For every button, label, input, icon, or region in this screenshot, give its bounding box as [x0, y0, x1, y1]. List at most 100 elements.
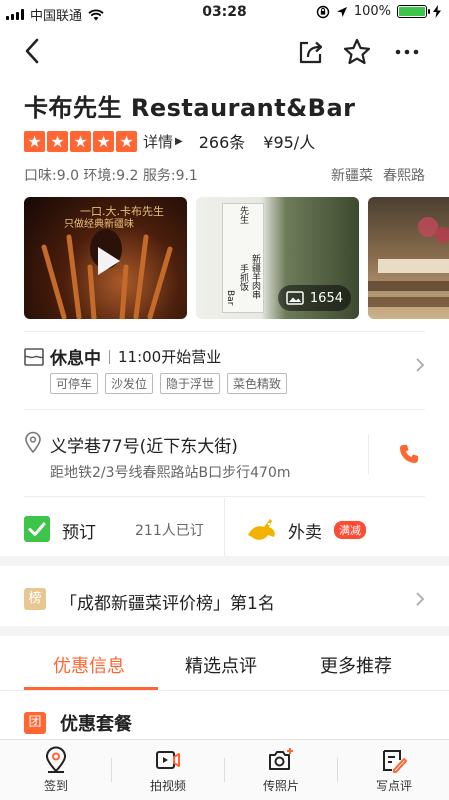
tab-featured-reviews[interactable]: 精选点评	[185, 652, 257, 678]
area-tag[interactable]: 春熙路	[383, 165, 425, 185]
video-caption-2: 只做经典新疆味	[64, 219, 134, 230]
store-hours-icon	[24, 347, 44, 366]
sub-scores: 口味:9.0 环境:9.2 服务:9.1	[24, 168, 198, 184]
shop-detail-page: 中国联通 03:28 100% 卡布先生 Restaurant&Bar ★ ★ …	[0, 0, 449, 800]
action-row: 预订 211人已订 外卖 满减	[0, 498, 449, 562]
shop-name: 卡布先生 Restaurant&Bar	[24, 94, 356, 122]
location-pin-icon	[45, 746, 67, 773]
group-deal-badge: 团	[24, 712, 46, 734]
sign-text-4: Bar	[225, 290, 235, 306]
play-icon[interactable]	[86, 241, 126, 281]
image-icon	[286, 291, 304, 305]
deal-section-title: 优惠套餐	[60, 714, 132, 735]
divider	[0, 690, 449, 691]
more-button[interactable]	[392, 37, 422, 67]
status-bar: 中国联通 03:28 100%	[0, 0, 449, 24]
share-button[interactable]	[296, 37, 326, 67]
battery-percentage: 100%	[353, 4, 391, 19]
photo-count-badge[interactable]: 1654	[277, 285, 351, 311]
photo-count: 1654	[309, 290, 343, 306]
check-in-button[interactable]: 签到	[11, 746, 101, 794]
upload-photo-button[interactable]: 传照片	[236, 746, 326, 794]
separator	[337, 758, 338, 782]
detail-link[interactable]: 详情	[143, 131, 173, 152]
business-state: 休息中	[50, 349, 101, 369]
separator	[224, 758, 225, 782]
star-icon: ★	[47, 130, 68, 152]
dining-room-illustration	[368, 217, 449, 307]
section-gap	[0, 626, 449, 636]
write-review-button[interactable]: 写点评	[349, 746, 439, 794]
vertical-divider	[368, 434, 369, 474]
star-icon: ★	[116, 130, 137, 152]
upload-photo-label: 传照片	[262, 779, 299, 793]
rating-row: ★ ★ ★ ★ ★ 详情 ▶ 266条 ¥95/人	[24, 129, 315, 153]
booking-count: 211人已订	[135, 523, 204, 539]
camera-plus-icon	[269, 748, 293, 770]
section-tabs: 优惠信息 精选点评 更多推荐	[0, 644, 449, 690]
shop-tags: 新疆菜 春熙路	[331, 165, 425, 185]
photo-strip[interactable]: 一口.大.卡布先生 只做经典新疆味 先生 新疆羊肉串 手抓饭 Bar 1654	[24, 197, 449, 319]
takeout-label[interactable]: 外卖	[288, 518, 322, 543]
favorite-button[interactable]	[342, 37, 372, 67]
photo-thumbnail-sign[interactable]: 先生 新疆羊肉串 手抓饭 Bar 1654	[196, 197, 359, 319]
sign-text-3: 手抓饭	[238, 264, 248, 291]
address-street[interactable]: 义学巷77号(近下东大街)	[50, 432, 238, 457]
sign-text-2: 新疆羊肉串	[250, 254, 260, 299]
star-icon: ★	[24, 130, 45, 152]
location-arrow-icon	[336, 6, 347, 17]
write-review-label: 写点评	[375, 779, 412, 793]
divider	[24, 496, 425, 497]
section-gap	[0, 556, 449, 566]
cuisine-tag[interactable]: 新疆菜	[331, 165, 373, 185]
kangaroo-takeout-icon[interactable]	[246, 515, 278, 543]
feature-chip: 隐于浮世	[160, 373, 221, 394]
star-icon: ★	[70, 130, 91, 152]
booking-icon[interactable]	[24, 516, 50, 542]
bottom-action-bar: 签到 拍视频 传照片 写点评	[0, 739, 449, 800]
feature-chip: 菜色精致	[227, 373, 288, 394]
review-count[interactable]: 266条	[199, 129, 246, 153]
chevron-right-icon	[416, 592, 425, 606]
check-in-label: 签到	[43, 779, 68, 793]
star-icon: ★	[93, 130, 114, 152]
vertical-divider	[224, 498, 225, 562]
ranking-badge: 榜	[24, 588, 46, 610]
business-status-row[interactable]: 休息中 11:00开始营业	[24, 344, 221, 369]
sign-text-1: 先生	[238, 206, 248, 224]
phone-call-button[interactable]	[398, 443, 420, 465]
ranking-row[interactable]: 榜 「成都新疆菜评价榜」第1名	[0, 576, 449, 624]
tab-more-recommendations[interactable]: 更多推荐	[320, 652, 392, 678]
rotation-lock-icon	[316, 5, 330, 18]
divider	[24, 409, 425, 410]
video-thumbnail[interactable]: 一口.大.卡布先生 只做经典新疆味	[24, 197, 187, 319]
record-video-label: 拍视频	[149, 779, 186, 793]
ranking-text: 「成都新疆菜评价榜」第1名	[60, 594, 275, 614]
separator	[111, 758, 112, 782]
business-hours: 11:00开始营业	[118, 348, 222, 366]
restaurant-sign: 先生 新疆羊肉串 手抓饭 Bar	[222, 203, 264, 313]
photo-thumbnail-dining-room[interactable]	[368, 197, 449, 319]
write-review-icon	[383, 750, 407, 773]
charging-icon	[433, 5, 441, 18]
feature-chip: 可停车	[50, 373, 99, 394]
takeout-promo-badge: 满减	[334, 521, 366, 539]
location-pin-icon	[25, 431, 41, 453]
record-video-button[interactable]: 拍视频	[123, 746, 213, 794]
feature-chips: 可停车 沙发位 隐于浮世 菜色精致	[50, 373, 288, 394]
back-button[interactable]	[20, 36, 46, 66]
metro-directions: 距地铁2/3号线春熙路站B口步行470m	[50, 465, 291, 481]
battery-icon	[397, 5, 430, 18]
feature-chip: 沙发位	[105, 373, 154, 394]
deal-section-header: 团 优惠套餐	[24, 710, 132, 736]
separator	[109, 349, 110, 364]
triangle-right-icon: ▶	[175, 135, 183, 147]
star-rating: ★ ★ ★ ★ ★	[24, 130, 137, 152]
price-per-person: ¥95/人	[263, 133, 316, 152]
video-camera-icon	[156, 751, 180, 769]
chevron-right-icon[interactable]	[415, 357, 425, 373]
tab-deals[interactable]: 优惠信息	[53, 652, 125, 678]
booking-label[interactable]: 预订	[62, 518, 96, 543]
divider	[24, 331, 425, 332]
nav-bar	[0, 30, 449, 74]
